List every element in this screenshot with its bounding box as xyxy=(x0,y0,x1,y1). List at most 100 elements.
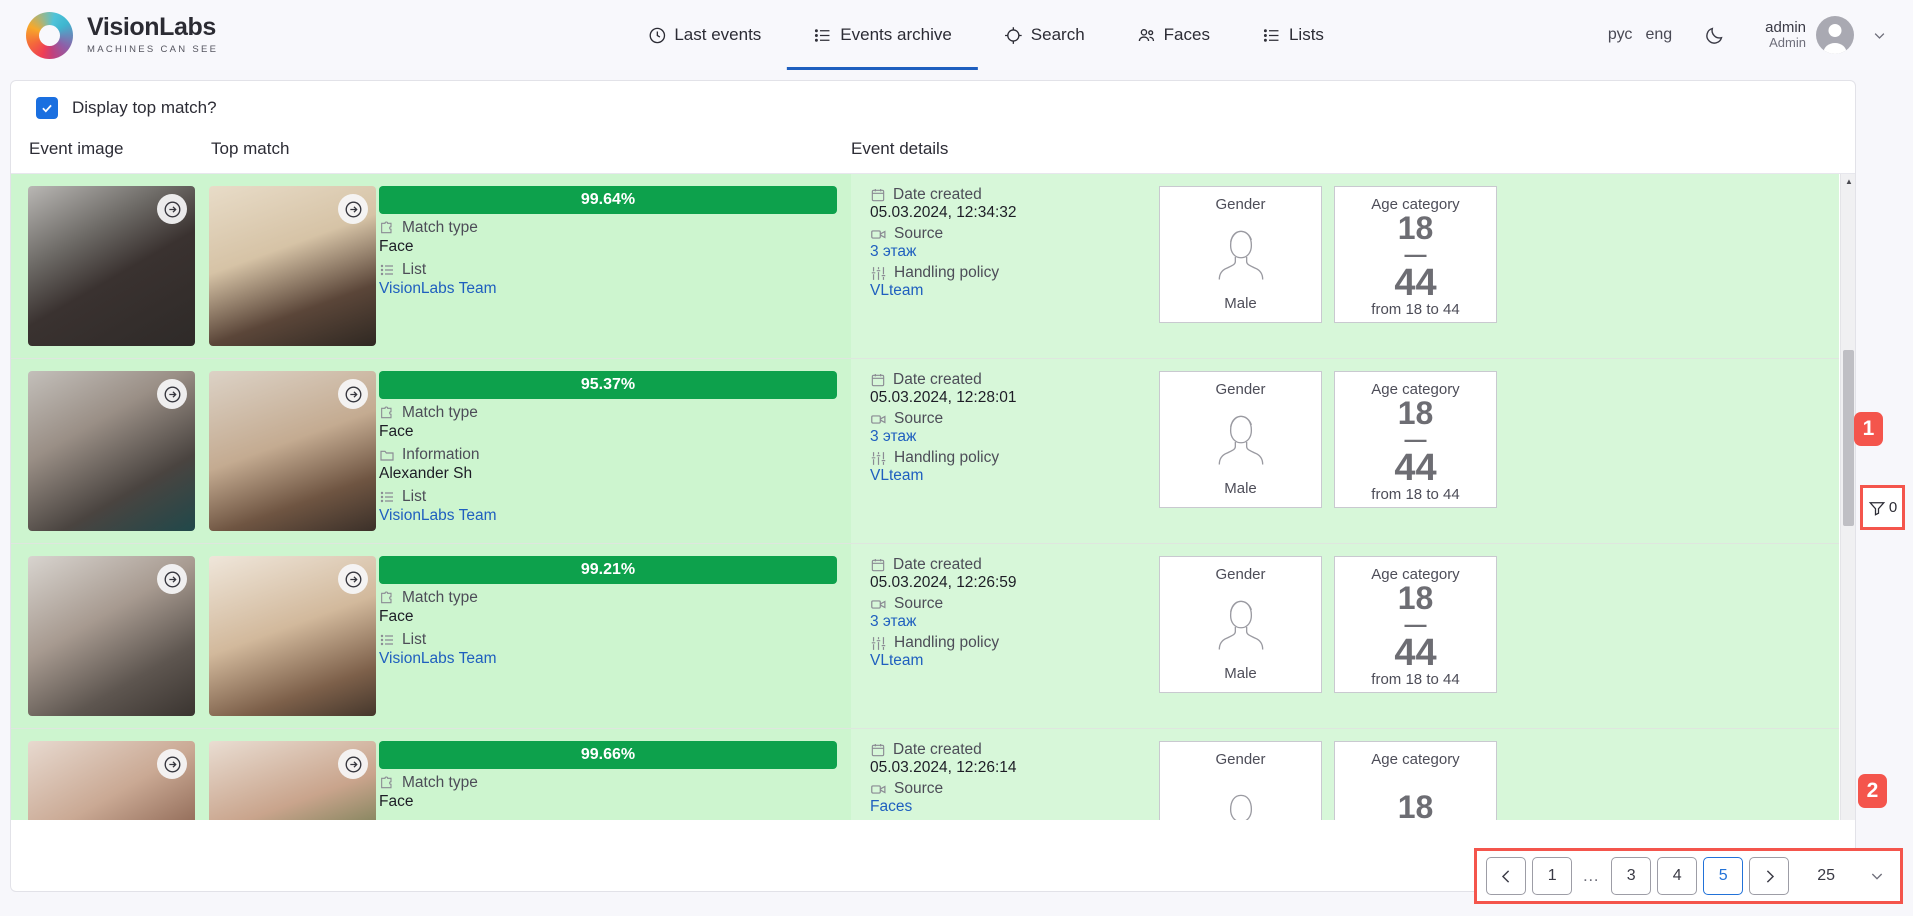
match-type-field: Match type Face xyxy=(379,404,837,441)
pagination-page-5-current[interactable]: 5 xyxy=(1703,857,1743,895)
nav-item-search[interactable]: Search xyxy=(978,0,1111,70)
event-thumbnail[interactable] xyxy=(28,556,195,716)
top-match-cell: 99.64% Match type Face xyxy=(209,174,851,358)
pagination-next-button[interactable] xyxy=(1749,857,1789,895)
male-silhouette-icon xyxy=(1211,583,1271,665)
open-match-arrow-icon[interactable] xyxy=(338,194,368,224)
date-created-value: 05.03.2024, 12:28:01 xyxy=(870,389,1155,407)
female-silhouette-icon xyxy=(1211,768,1271,820)
table-vertical-scrollbar[interactable]: ▲ xyxy=(1840,174,1855,820)
match-type-label: Match type xyxy=(402,404,478,422)
table-row[interactable]: 99.66% Match type Face xyxy=(11,729,1839,820)
nav-item-lists[interactable]: Lists xyxy=(1236,0,1350,70)
pagination-prev-button[interactable] xyxy=(1486,857,1526,895)
date-created-label: Date created xyxy=(893,556,982,574)
source-value-link[interactable]: 3 этаж xyxy=(870,613,1155,631)
match-score-bar: 99.66% xyxy=(379,741,837,769)
display-top-match-checkbox[interactable] xyxy=(36,97,58,119)
pagination-ellipsis: … xyxy=(1578,866,1605,886)
event-thumbnail[interactable] xyxy=(28,186,195,346)
source-field: Source 3 этаж xyxy=(870,595,1155,631)
source-value-link[interactable]: Faces xyxy=(870,798,1155,816)
source-label: Source xyxy=(894,780,943,798)
gender-title: Gender xyxy=(1215,196,1265,213)
age-range-text: from 18 to 44 xyxy=(1371,301,1459,318)
event-thumbnail[interactable] xyxy=(28,741,195,820)
user-login: admin xyxy=(1765,19,1806,36)
open-match-arrow-icon[interactable] xyxy=(338,564,368,594)
nav-label: Lists xyxy=(1289,25,1324,45)
filter-button[interactable]: 0 xyxy=(1860,485,1905,530)
date-created-label: Date created xyxy=(893,371,982,389)
handling-policy-value-link[interactable]: VLteam xyxy=(870,467,1155,485)
calendar-icon xyxy=(870,742,886,758)
source-value-link[interactable]: 3 этаж xyxy=(870,428,1155,446)
information-value: Alexander Sh xyxy=(379,465,837,483)
pagination-page-3[interactable]: 3 xyxy=(1611,857,1651,895)
lang-ru-button[interactable]: рус xyxy=(1608,26,1633,44)
open-event-arrow-icon[interactable] xyxy=(157,749,187,779)
age-range-text: from 18 to 44 xyxy=(1371,671,1459,688)
nav-item-last-events[interactable]: Last events xyxy=(621,0,787,70)
list-value-link[interactable]: VisionLabs Team xyxy=(379,650,837,668)
page-size-select[interactable]: 25 xyxy=(1795,867,1891,885)
clock-icon xyxy=(647,26,666,45)
lang-en-button[interactable]: eng xyxy=(1645,26,1672,44)
user-menu[interactable]: admin Admin xyxy=(1765,16,1887,54)
list-label: List xyxy=(402,631,426,649)
main-nav: Last events Events archive Search Faces … xyxy=(621,0,1350,70)
filter-icon xyxy=(1868,499,1886,517)
pagination-page-1[interactable]: 1 xyxy=(1532,857,1572,895)
date-created-value: 05.03.2024, 12:26:14 xyxy=(870,759,1155,777)
scroll-up-arrow-icon[interactable]: ▲ xyxy=(1845,177,1853,186)
handling-policy-value-link[interactable]: VLteam xyxy=(870,282,1155,300)
date-created-value: 05.03.2024, 12:26:59 xyxy=(870,574,1155,592)
header-right-controls: рус eng admin Admin xyxy=(1608,16,1887,54)
language-switcher[interactable]: рус eng xyxy=(1608,26,1672,44)
top-match-thumbnail[interactable] xyxy=(209,556,376,716)
theme-toggle-button[interactable] xyxy=(1704,25,1725,46)
age-lower-bound: 18 xyxy=(1394,583,1436,614)
handling-policy-field: Handling policy VLteam xyxy=(870,449,1155,485)
open-event-arrow-icon[interactable] xyxy=(157,564,187,594)
folder-icon xyxy=(379,447,395,463)
brand-name: VisionLabs xyxy=(87,15,218,40)
age-attribute-card: Age category 18 — 44 from 18 to 44 xyxy=(1334,186,1497,323)
brand-logo[interactable]: VisionLabs MACHINES CAN SEE xyxy=(26,12,218,59)
calendar-icon xyxy=(870,557,886,573)
list-value-link[interactable]: VisionLabs Team xyxy=(379,280,837,298)
male-silhouette-icon xyxy=(1211,213,1271,295)
pagination-page-4[interactable]: 4 xyxy=(1657,857,1697,895)
open-match-arrow-icon[interactable] xyxy=(338,379,368,409)
open-match-arrow-icon[interactable] xyxy=(338,749,368,779)
gender-title: Gender xyxy=(1215,566,1265,583)
source-value-link[interactable]: 3 этаж xyxy=(870,243,1155,261)
camera-icon xyxy=(870,411,887,428)
table-row[interactable]: 95.37% Match type Face xyxy=(11,359,1839,544)
nav-item-events-archive[interactable]: Events archive xyxy=(787,0,978,70)
open-event-arrow-icon[interactable] xyxy=(157,379,187,409)
handling-policy-value-link[interactable]: VLteam xyxy=(870,652,1155,670)
visionlabs-ring-logo-icon xyxy=(26,12,73,59)
list-value-link[interactable]: VisionLabs Team xyxy=(379,507,837,525)
table-row[interactable]: 99.21% Match type Face xyxy=(11,544,1839,729)
list-icon xyxy=(379,262,395,278)
scrollbar-thumb[interactable] xyxy=(1843,350,1854,526)
match-score-bar: 99.21% xyxy=(379,556,837,584)
top-match-thumbnail[interactable] xyxy=(209,371,376,531)
column-header-top-match: Top match xyxy=(211,139,851,159)
date-created-label: Date created xyxy=(893,741,982,759)
event-image-cell xyxy=(11,359,209,543)
event-thumbnail[interactable] xyxy=(28,371,195,531)
open-event-arrow-icon[interactable] xyxy=(157,194,187,224)
information-label: Information xyxy=(402,446,480,464)
table-column-headers: Event image Top match Event details xyxy=(11,129,1855,174)
top-match-thumbnail[interactable] xyxy=(209,741,376,820)
age-category-title: Age category xyxy=(1371,751,1459,768)
user-role: Admin xyxy=(1765,36,1806,51)
table-row[interactable]: 99.64% Match type Face xyxy=(11,174,1839,359)
nav-item-faces[interactable]: Faces xyxy=(1111,0,1236,70)
top-match-thumbnail[interactable] xyxy=(209,186,376,346)
handling-policy-field: Handling policy VLteam xyxy=(870,634,1155,670)
annotation-badge-1: 1 xyxy=(1854,412,1883,446)
